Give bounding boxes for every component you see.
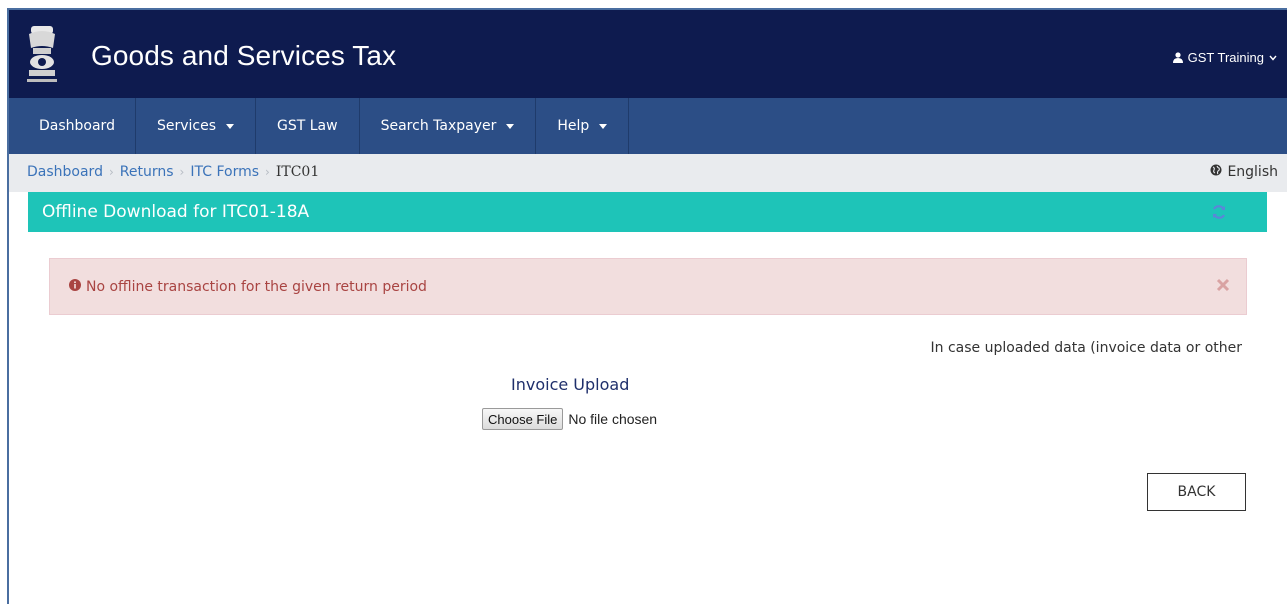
nav-label: Services <box>156 118 217 134</box>
upload-note: In case uploaded data (invoice data or o… <box>930 340 1242 356</box>
nav-services[interactable]: Services <box>136 98 257 154</box>
invoice-upload-label: Invoice Upload <box>511 375 630 394</box>
caret-down-icon <box>506 123 515 129</box>
refresh-icon[interactable] <box>1211 204 1227 224</box>
breadcrumb-returns[interactable]: Returns <box>120 164 174 180</box>
caret-down-icon <box>599 123 608 129</box>
site-header: Goods and Services Tax GST Training <box>9 10 1287 98</box>
user-name: GST Training <box>1187 50 1264 65</box>
site-title: Goods and Services Tax <box>91 40 397 71</box>
caret-down-icon <box>226 123 235 129</box>
back-button[interactable]: BACK <box>1147 473 1246 511</box>
nav-dashboard[interactable]: Dashboard <box>9 98 136 154</box>
breadcrumb-current: ITC01 <box>275 164 320 180</box>
chevron-right-icon: › <box>108 165 114 179</box>
nav-help[interactable]: Help <box>536 98 630 154</box>
language-selector[interactable]: English <box>1210 164 1278 180</box>
globe-icon <box>1210 164 1222 180</box>
breadcrumb-bar: Dashboard › Returns › ITC Forms › ITC01 … <box>9 154 1287 192</box>
error-alert: No offline transaction for the given ret… <box>49 258 1247 315</box>
nav-label: Search Taxpayer <box>380 118 497 134</box>
breadcrumb-itc-forms[interactable]: ITC Forms <box>190 164 259 180</box>
choose-file-button[interactable]: Choose File <box>482 408 564 430</box>
file-input[interactable]: Choose File No file chosen <box>482 408 657 430</box>
nav-gst-law[interactable]: GST Law <box>256 98 360 154</box>
panel-header: Offline Download for ITC01-18A <box>28 192 1267 232</box>
page: Goods and Services Tax GST Training Dash… <box>0 0 1287 604</box>
alert-text: No offline transaction for the given ret… <box>86 279 427 295</box>
panel-body: No offline transaction for the given ret… <box>28 232 1267 604</box>
panel-title: Offline Download for ITC01-18A <box>42 202 310 222</box>
breadcrumb: Dashboard › Returns › ITC Forms › ITC01 <box>27 164 319 180</box>
breadcrumb-dashboard[interactable]: Dashboard <box>27 164 103 180</box>
chevron-right-icon: › <box>265 165 270 179</box>
chevron-down-icon <box>1269 55 1277 61</box>
national-emblem-icon <box>25 24 59 86</box>
alert-message: No offline transaction for the given ret… <box>69 279 427 295</box>
main-nav: Dashboard Services GST Law Search Taxpay… <box>9 98 1287 154</box>
chevron-right-icon: › <box>179 165 185 179</box>
nav-label: GST Law <box>277 118 338 134</box>
file-status: No file chosen <box>568 411 658 427</box>
language-label: English <box>1227 164 1278 180</box>
user-icon <box>1172 52 1183 63</box>
nav-label: Help <box>557 118 590 134</box>
user-menu[interactable]: GST Training <box>1172 50 1277 65</box>
nav-search-taxpayer[interactable]: Search Taxpayer <box>360 98 537 154</box>
nav-label: Dashboard <box>39 118 115 134</box>
close-icon[interactable] <box>1216 277 1230 296</box>
info-circle-icon <box>69 279 81 295</box>
